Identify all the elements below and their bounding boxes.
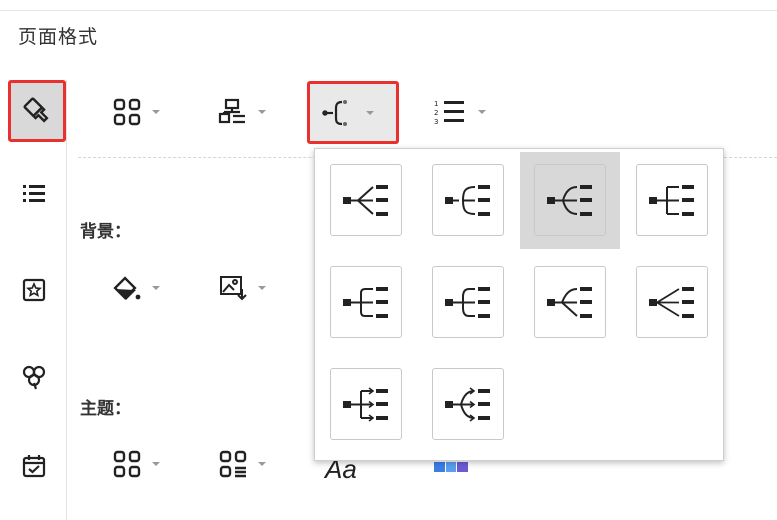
sidebar-item-outline[interactable] <box>10 170 58 218</box>
sidebar-item-clipart[interactable] <box>10 352 58 400</box>
numbering-button[interactable]: 1 2 3 <box>432 92 486 132</box>
branch-straight-fan-thin-icon <box>649 287 694 318</box>
chevron-down-icon <box>152 286 160 290</box>
number-label: 1 <box>434 100 438 108</box>
org-structure-icon <box>218 98 245 124</box>
chevron-down-icon <box>366 110 374 115</box>
sidebar-divider <box>66 80 67 520</box>
panel-title: 页面格式 <box>18 26 99 48</box>
branch-curve-fan-icon <box>547 185 592 216</box>
branch-arrow-curve-icon <box>445 387 490 422</box>
clover-icon <box>22 365 46 390</box>
background-image-button[interactable] <box>218 268 266 308</box>
list-icon <box>23 185 45 202</box>
numbered-list-icon: 1 2 3 <box>434 100 464 126</box>
branch-style-icon <box>322 99 347 126</box>
branch-option-round-bracket[interactable] <box>330 266 402 338</box>
layout-grid-icon <box>113 98 141 126</box>
branch-option-arrow-right-angle[interactable] <box>330 368 402 440</box>
number-label: 3 <box>434 118 438 126</box>
top-border <box>0 10 777 11</box>
chevron-down-icon <box>152 110 160 114</box>
layout-button[interactable] <box>112 92 160 132</box>
chevron-down-icon <box>152 462 160 466</box>
theme-label: 主题： <box>80 399 131 419</box>
branch-option-curve-bracket[interactable] <box>432 164 504 236</box>
background-label: 背景： <box>80 222 131 242</box>
star-frame-icon <box>22 278 46 302</box>
theme-layout-button[interactable] <box>112 444 160 484</box>
branch-style-popup <box>314 148 724 461</box>
branch-option-straight-fan-thin[interactable] <box>636 266 708 338</box>
chevron-down-icon <box>258 462 266 466</box>
background-image-icon <box>220 276 247 301</box>
theme-list-button[interactable] <box>218 444 266 484</box>
branch-option-right-angle[interactable] <box>636 164 708 236</box>
chevron-down-icon <box>478 110 486 114</box>
branch-option-straight-fan[interactable] <box>330 164 402 236</box>
branch-option-curve-bracket-selected[interactable] <box>534 164 606 236</box>
theme-list-icon <box>219 450 247 478</box>
branch-arrow-right-angle-icon <box>343 387 388 422</box>
calendar-check-icon <box>22 455 46 478</box>
sidebar-item-page-format[interactable] <box>8 80 66 142</box>
format-brush-icon <box>23 97 49 123</box>
branch-option-round-bracket-compact[interactable] <box>432 266 504 338</box>
branch-straight-fan-icon <box>343 185 388 216</box>
chevron-down-icon <box>258 286 266 290</box>
sidebar-item-tasks[interactable] <box>10 442 58 490</box>
branch-style-button[interactable] <box>307 81 399 144</box>
branch-option-mixed-curve[interactable] <box>534 266 606 338</box>
branch-right-angle-icon <box>649 185 694 216</box>
background-fill-button[interactable] <box>112 268 160 308</box>
fill-bucket-icon <box>113 276 141 300</box>
branch-option-arrow-curve[interactable] <box>432 368 504 440</box>
color-palette-icon[interactable] <box>434 462 469 472</box>
sidebar-item-icons[interactable] <box>10 266 58 314</box>
number-label: 2 <box>434 109 438 117</box>
branch-round-bracket-compact-icon <box>445 287 490 318</box>
structure-button[interactable] <box>218 92 266 132</box>
theme-grid-icon <box>113 450 141 478</box>
chevron-down-icon <box>258 110 266 114</box>
branch-curve-bracket-icon <box>445 185 490 216</box>
branch-round-bracket-icon <box>343 287 388 318</box>
branch-mixed-curve-icon <box>547 287 592 318</box>
